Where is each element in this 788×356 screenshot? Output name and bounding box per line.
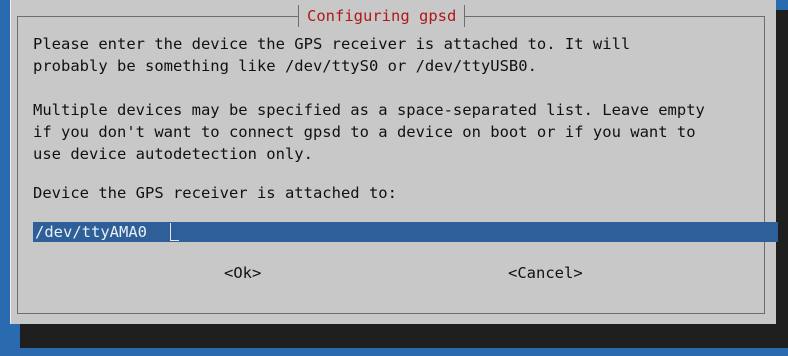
text-cursor	[170, 223, 179, 241]
prompt-line-4: Multiple devices may be specified as a s…	[33, 101, 705, 119]
dialog-shadow-bottom	[20, 324, 788, 348]
dialog-title: Configuring gpsd	[298, 5, 466, 27]
prompt-line-1: Please enter the device the GPS receiver…	[33, 35, 631, 53]
device-input-value: /dev/ttyAMA0	[35, 223, 147, 241]
cancel-button[interactable]: <Cancel>	[508, 262, 583, 284]
ok-button[interactable]: <Ok>	[224, 262, 261, 284]
dialog-shadow-right	[776, 10, 788, 324]
configure-dialog: Configuring gpsd Please enter the device…	[10, 0, 778, 324]
prompt-line-6: use device autodetection only.	[33, 145, 313, 163]
device-input[interactable]: /dev/ttyAMA0	[33, 222, 778, 242]
prompt-line-2: probably be something like /dev/ttyS0 or…	[33, 57, 537, 75]
prompt-line-5: if you don't want to connect gpsd to a d…	[33, 123, 696, 141]
input-label: Device the GPS receiver is attached to:	[33, 184, 397, 202]
terminal-screen: Configuring gpsd Please enter the device…	[0, 0, 788, 356]
